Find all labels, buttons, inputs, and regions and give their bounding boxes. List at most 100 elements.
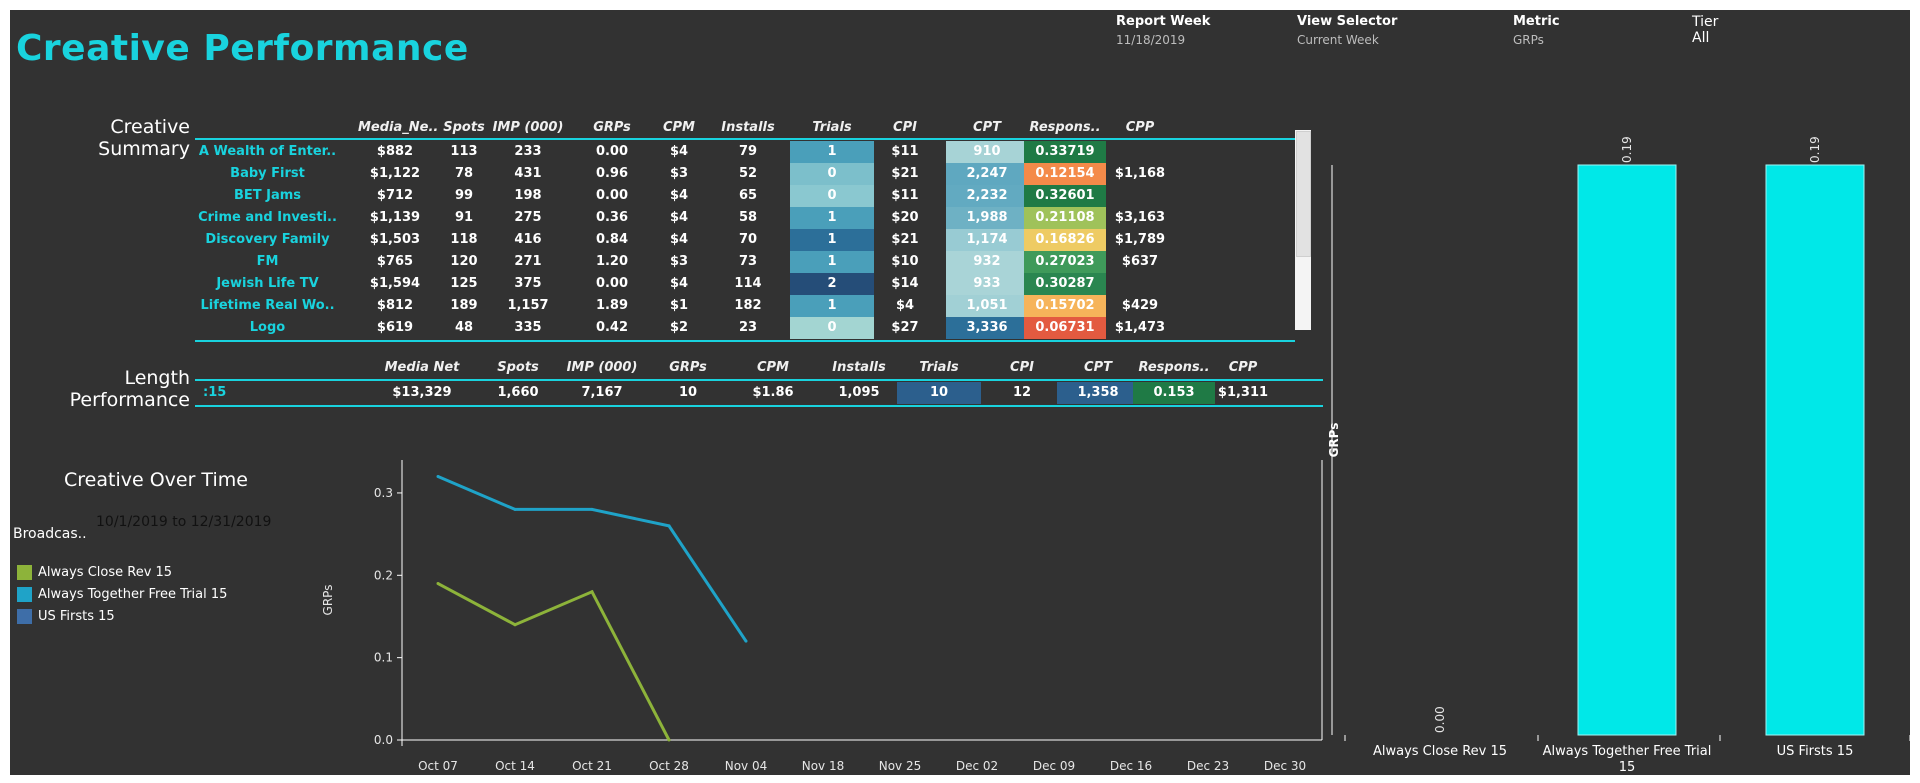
cs-row-label[interactable]: Lifetime Real Wo.. xyxy=(195,295,340,317)
x-tick-label: Nov 04 xyxy=(725,759,768,773)
cs-cell xyxy=(1107,185,1173,207)
cs-cell: $1,503 xyxy=(369,232,421,247)
cs-cell: $21 xyxy=(891,232,919,247)
cs-header-2[interactable]: IMP (000) xyxy=(486,120,570,135)
series-point[interactable] xyxy=(744,639,748,643)
series-point[interactable] xyxy=(436,582,440,586)
cs-row-label[interactable]: Discovery Family xyxy=(195,229,340,251)
series-point[interactable] xyxy=(590,590,594,594)
series-point[interactable] xyxy=(513,623,517,627)
cs-cell: 416 xyxy=(514,232,542,247)
cs-cell: $637 xyxy=(1121,254,1159,269)
legend-item[interactable]: Always Close Rev 15 xyxy=(17,561,227,583)
cs-cell: 65 xyxy=(738,188,758,203)
cs-cell: $1,473 xyxy=(1114,320,1166,335)
cs-cell: $4 xyxy=(669,232,689,247)
view-selector-label: View Selector xyxy=(1297,14,1398,29)
cs-header-9[interactable]: Respons.. xyxy=(1024,120,1106,135)
cs-cell: $4 xyxy=(669,188,689,203)
cs-cell: 0.36 xyxy=(595,210,629,225)
lp-header-8[interactable]: CPT xyxy=(1057,360,1139,375)
cs-header-7[interactable]: CPI xyxy=(875,120,935,135)
legend-label: US Firsts 15 xyxy=(38,608,115,624)
creative-summary-table: Media_Ne.. Spots IMP (000) GRPs CPM Installs T… xyxy=(195,110,1325,352)
cs-cell: 933 xyxy=(946,273,1028,295)
cs-row-label[interactable]: BET Jams xyxy=(195,185,340,207)
lp-header-7[interactable]: CPI xyxy=(992,360,1052,375)
x-tick-label: Dec 16 xyxy=(1110,759,1152,773)
series-line-1[interactable] xyxy=(437,475,748,643)
cs-header-5[interactable]: Installs xyxy=(710,120,786,135)
cs-cell: 275 xyxy=(514,210,542,225)
lp-header-6[interactable]: Trials xyxy=(897,360,981,375)
series-point[interactable] xyxy=(667,738,671,742)
lp-header-5[interactable]: Installs xyxy=(821,360,897,375)
table-scrollbar[interactable] xyxy=(1295,130,1311,330)
lp-header-2[interactable]: IMP (000) xyxy=(560,360,644,375)
cs-header-1[interactable]: Spots xyxy=(434,120,494,135)
bar-y-axis-label: GRPs xyxy=(1327,423,1341,458)
series-point[interactable] xyxy=(513,507,517,511)
cs-cell: $1,122 xyxy=(369,166,421,181)
cs-header-6[interactable]: Trials xyxy=(790,120,874,135)
cs-cell: $429 xyxy=(1121,298,1159,313)
y-tick-label: 0.2 xyxy=(374,568,393,582)
cs-cell: 1 xyxy=(790,295,874,317)
report-week-value: 11/18/2019 xyxy=(1116,33,1186,47)
lp-cell: 1,358 xyxy=(1057,382,1139,404)
lp-header-0[interactable]: Media Net xyxy=(382,360,462,375)
bar[interactable] xyxy=(1765,164,1865,736)
lp-row-label[interactable]: :15 xyxy=(203,382,226,404)
series-point[interactable] xyxy=(590,507,594,511)
cs-cell: 375 xyxy=(514,276,542,291)
cs-row-label[interactable]: Baby First xyxy=(195,163,340,185)
cs-footer-divider xyxy=(195,340,1295,342)
series-point[interactable] xyxy=(667,524,671,528)
grps-bar-chart: GRPs 0.00 Always Close Rev 15 0.19 Always To… xyxy=(1327,136,1910,775)
bar-category-label: US Firsts 15 xyxy=(1777,744,1854,759)
cs-row-label[interactable]: Logo xyxy=(195,317,340,339)
bar[interactable] xyxy=(1577,164,1677,736)
cs-cell: 3,336 xyxy=(946,317,1028,339)
date-range: 10/1/2019 to 12/31/2019 xyxy=(96,514,272,530)
creative-over-time-title: Creative Over Time xyxy=(64,469,248,491)
lp-header-4[interactable]: CPM xyxy=(743,360,803,375)
report-week-filter[interactable]: Report Week 11/18/2019 xyxy=(1116,14,1266,47)
series-line-0[interactable] xyxy=(437,582,671,741)
cs-cell: 125 xyxy=(450,276,478,291)
cs-header-4[interactable]: CPM xyxy=(649,120,709,135)
cs-cell: $3 xyxy=(669,166,689,181)
cs-cell: $1,168 xyxy=(1114,166,1166,181)
cs-row-label[interactable]: FM xyxy=(195,251,340,273)
cs-row-label[interactable]: Crime and Investi.. xyxy=(195,207,340,229)
tier-filter[interactable]: Tier All xyxy=(1692,14,1772,46)
lp-header-9[interactable]: Respons.. xyxy=(1133,360,1215,375)
cs-cell: 0.30287 xyxy=(1024,273,1106,295)
view-selector-filter[interactable]: View Selector Current Week xyxy=(1297,14,1457,47)
broadcast-filter-label[interactable]: Broadcas.. xyxy=(13,526,87,542)
lp-header-10[interactable]: CPP xyxy=(1210,360,1276,375)
cs-header-10[interactable]: CPP xyxy=(1107,120,1173,135)
cs-row-label[interactable]: A Wealth of Enter.. xyxy=(195,141,340,163)
bar-data-label: 0.19 xyxy=(1620,136,1634,163)
cs-header-8[interactable]: CPT xyxy=(946,120,1028,135)
x-tick-label: Dec 09 xyxy=(1033,759,1075,773)
lp-header-1[interactable]: Spots xyxy=(488,360,548,375)
cs-cell: 1,988 xyxy=(946,207,1028,229)
cs-cell: $20 xyxy=(891,210,919,225)
cs-header-3[interactable]: GRPs xyxy=(582,120,642,135)
series-point[interactable] xyxy=(436,474,440,478)
legend-item[interactable]: Always Together Free Trial 15 xyxy=(17,583,227,605)
table-scrollbar-thumb[interactable] xyxy=(1296,131,1311,257)
cs-row-label[interactable]: Jewish Life TV xyxy=(195,273,340,295)
cs-cell: $765 xyxy=(376,254,414,269)
metric-filter[interactable]: Metric GRPs xyxy=(1513,14,1633,47)
lp-header-3[interactable]: GRPs xyxy=(658,360,718,375)
cs-cell: 79 xyxy=(738,144,758,159)
cs-cell: 1 xyxy=(790,251,874,273)
cs-cell: 1,051 xyxy=(946,295,1028,317)
cs-header-0[interactable]: Media_Ne.. xyxy=(358,120,438,135)
legend-item[interactable]: US Firsts 15 xyxy=(17,605,227,627)
cs-cell: 932 xyxy=(946,251,1028,273)
cs-cell: $21 xyxy=(891,166,919,181)
